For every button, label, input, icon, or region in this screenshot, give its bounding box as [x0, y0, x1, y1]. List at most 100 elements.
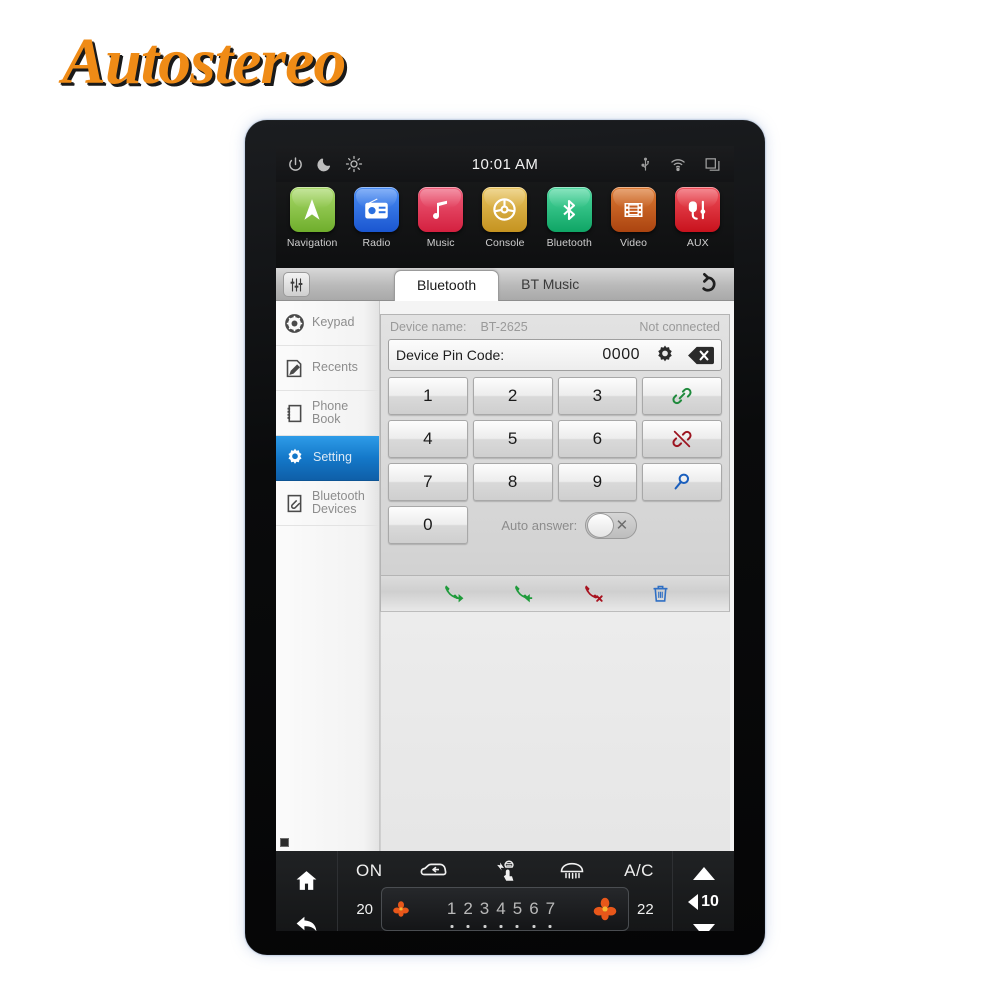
- sidebar-item-setting[interactable]: Setting: [276, 436, 379, 481]
- pin-code-row[interactable]: Device Pin Code: 0000: [388, 339, 722, 371]
- connection-status: Not connected: [639, 320, 720, 334]
- call-end-icon[interactable]: [580, 583, 606, 605]
- dock-label: AUX: [686, 237, 709, 249]
- phonebook-icon: [284, 403, 305, 424]
- fan-level[interactable]: 4: [496, 899, 505, 919]
- key-3[interactable]: 3: [557, 377, 638, 415]
- fan-level[interactable]: 1: [447, 899, 456, 919]
- backspace-icon[interactable]: [688, 346, 714, 365]
- sidebar-item-phone-book[interactable]: Phone Book: [276, 391, 379, 436]
- auto-answer-toggle[interactable]: ✕: [585, 511, 638, 539]
- film-strip-icon: [611, 187, 657, 232]
- home-icon[interactable]: [294, 868, 319, 893]
- fan-speed-bar[interactable]: 1 2 3 4 5 6 7: [381, 887, 629, 931]
- fan-level[interactable]: 7: [546, 899, 555, 919]
- wifi-icon: [669, 156, 687, 173]
- recirculation-icon[interactable]: [420, 861, 450, 881]
- search-button[interactable]: [642, 463, 722, 501]
- bluetooth-icon: [546, 187, 592, 232]
- tab-bluetooth[interactable]: Bluetooth: [394, 270, 500, 301]
- status-bar: 10:01 AM: [276, 146, 734, 182]
- speaker-icon[interactable]: [688, 893, 699, 910]
- equalizer-icon[interactable]: [283, 272, 310, 297]
- dock-item-music[interactable]: Music: [412, 187, 470, 249]
- back-arrow-icon[interactable]: [699, 271, 724, 301]
- gear-icon[interactable]: [654, 344, 676, 366]
- key-8[interactable]: 8: [472, 463, 553, 501]
- navigation-arrow-icon: [289, 187, 335, 232]
- key-6[interactable]: 6: [557, 420, 638, 458]
- bluetooth-settings-panel: Device name: BT-2625 Not connected Devic…: [380, 314, 730, 576]
- trash-icon[interactable]: [650, 582, 671, 605]
- dock-item-video[interactable]: Video: [605, 187, 663, 249]
- radio-icon: [353, 187, 399, 232]
- climate-ac-label[interactable]: A/C: [624, 861, 654, 881]
- dock-item-bluetooth[interactable]: Bluetooth: [540, 187, 598, 249]
- temp-right-value: 22: [637, 900, 654, 918]
- climate-control-bar: ON A/C 20 1 2 3 4 5 6 7 22 10: [276, 851, 734, 931]
- climate-power-label[interactable]: ON: [356, 861, 383, 881]
- call-outgoing-icon[interactable]: [440, 583, 466, 605]
- tab-bt-music[interactable]: BT Music: [499, 270, 601, 300]
- sidebar-item-keypad[interactable]: Keypad: [276, 301, 379, 346]
- key-0[interactable]: 0: [388, 506, 468, 544]
- triangle-up-icon[interactable]: [692, 866, 715, 880]
- fan-icon[interactable]: [392, 900, 410, 918]
- bluetooth-app-window: Bluetooth BT Music Keypad Recents Phone …: [276, 268, 734, 851]
- usb-icon: [638, 156, 653, 173]
- defrost-icon[interactable]: [558, 860, 586, 882]
- page-root: Autostereo 10:01 AM Navigation Radio Mus…: [0, 0, 1000, 1000]
- dock-label: Radio: [362, 237, 391, 249]
- recent-apps-icon[interactable]: [703, 156, 722, 173]
- dialpad-icon: [284, 313, 305, 334]
- fan-level[interactable]: 3: [480, 899, 489, 919]
- app-top-bar: Bluetooth BT Music: [276, 268, 734, 301]
- auto-answer-row: Auto answer: ✕: [473, 506, 638, 544]
- brand-logo: Autostereo: [62, 25, 346, 98]
- fan-level-numbers: 1 2 3 4 5 6 7: [447, 899, 555, 919]
- volume-control: 10: [672, 851, 734, 931]
- key-1[interactable]: 1: [388, 377, 468, 415]
- status-right-icons: [638, 156, 722, 173]
- connect-button[interactable]: [642, 377, 722, 415]
- sidebar-item-label: Bluetooth Devices: [312, 488, 365, 516]
- fan-level[interactable]: 2: [463, 899, 472, 919]
- device-screen: 10:01 AM Navigation Radio Music Console …: [276, 146, 734, 931]
- device-info-row: Device name: BT-2625 Not connected: [381, 315, 729, 339]
- dock-label: Navigation: [286, 237, 338, 249]
- car-head-unit-device: 10:01 AM Navigation Radio Music Console …: [245, 120, 765, 955]
- gear-icon: [284, 447, 306, 469]
- key-7[interactable]: 7: [388, 463, 468, 501]
- fan-icon[interactable]: [592, 896, 618, 922]
- volume-readout[interactable]: 10: [688, 893, 719, 911]
- pin-code-label: Device Pin Code:: [396, 347, 505, 363]
- dock-item-aux[interactable]: AUX: [669, 187, 727, 249]
- disconnect-button[interactable]: [642, 420, 722, 458]
- dock-item-radio[interactable]: Radio: [347, 187, 405, 249]
- key-4[interactable]: 4: [388, 420, 468, 458]
- key-9[interactable]: 9: [557, 463, 638, 501]
- content-pane: [380, 612, 730, 851]
- sidebar-item-bluetooth-devices[interactable]: Bluetooth Devices: [276, 481, 379, 526]
- climate-icon-row: ON A/C: [338, 851, 672, 883]
- triangle-down-icon[interactable]: [692, 924, 715, 931]
- dock-item-navigation[interactable]: Navigation: [283, 187, 341, 249]
- back-arrow-icon[interactable]: [293, 911, 320, 931]
- key-5[interactable]: 5: [472, 420, 553, 458]
- temp-left-value: 20: [356, 900, 373, 918]
- airflow-seat-icon[interactable]: [488, 859, 520, 883]
- key-2[interactable]: 2: [472, 377, 553, 415]
- volume-value: 10: [701, 892, 719, 910]
- fan-level[interactable]: 6: [529, 899, 538, 919]
- fan-speed-row: 20 1 2 3 4 5 6 7 22: [338, 887, 672, 931]
- fan-level[interactable]: 5: [513, 899, 522, 919]
- sidebar-item-label: Phone Book: [312, 398, 349, 426]
- dock-item-console[interactable]: Console: [476, 187, 534, 249]
- music-note-icon: [418, 187, 464, 232]
- resize-marker: [280, 838, 289, 847]
- steering-wheel-icon: [482, 187, 528, 232]
- dock-label: Console: [485, 237, 525, 249]
- sidebar-item-recents[interactable]: Recents: [276, 346, 379, 391]
- sidebar-item-label: Setting: [313, 450, 352, 465]
- call-incoming-icon[interactable]: [510, 583, 536, 605]
